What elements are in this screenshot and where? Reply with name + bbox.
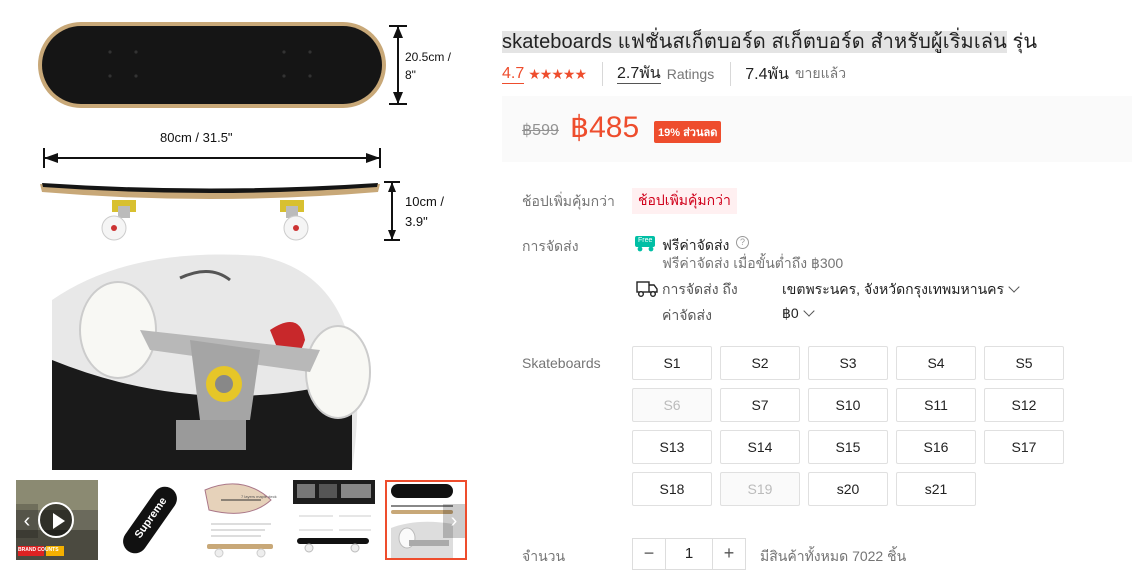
variation-option[interactable]: s20 (808, 472, 888, 506)
truck-icon (636, 280, 658, 298)
height-label-inches: 3.9" (405, 214, 428, 229)
rating-row: 4.7 ★★★★★ 2.7พัน Ratings 7.4พัน ขายแล้ว (502, 62, 846, 86)
variation-option[interactable]: S11 (896, 388, 976, 422)
variation-option[interactable]: S2 (720, 346, 800, 380)
quantity-increase-button[interactable]: + (713, 539, 745, 569)
deals-badge[interactable]: ช้อปเพิ่มคุ้มกว่า (632, 188, 737, 214)
current-price: ฿485 (570, 111, 640, 144)
brand-counts-badge: BRAND COUNTS (18, 547, 59, 553)
product-title-highlight: skateboards แฟชั่นสเก็ตบอร์ด สเก็ตบอร์ด … (502, 31, 1007, 53)
quantity-label: จำนวน (522, 548, 566, 564)
variation-label: Skateboards (522, 355, 601, 371)
variation-option[interactable]: S12 (984, 388, 1064, 422)
chevron-right-icon[interactable]: › (443, 504, 465, 538)
deals-label: ช้อปเพิ่มคุ้มกว่า (522, 193, 615, 209)
height-label: 10cm / (405, 194, 445, 209)
product-title: skateboards แฟชั่นสเก็ตบอร์ด สเก็ตบอร์ด … (502, 25, 1037, 57)
ship-to-value: เขตพระนคร, จังหวัดกรุงเทพมหานคร (782, 281, 1005, 297)
variation-option[interactable]: s21 (896, 472, 976, 506)
sold-count: 7.4พัน (745, 65, 789, 83)
star-rating-icon: ★★★★★ (528, 65, 587, 82)
variation-option[interactable]: S3 (808, 346, 888, 380)
ship-to-selector[interactable]: เขตพระนคร, จังหวัดกรุงเทพมหานคร (782, 279, 1020, 301)
shipping-fee-selector[interactable]: ฿0 (782, 305, 815, 322)
rating-value[interactable]: 4.7 (502, 65, 525, 84)
width-label-inches: 8" (405, 68, 416, 82)
variation-option[interactable]: S16 (896, 430, 976, 464)
stock-available: มีสินค้าทั้งหมด 7022 ชิ้น (760, 548, 907, 564)
variation-option[interactable]: S7 (720, 388, 800, 422)
quantity-stepper: − 1 + (632, 538, 746, 570)
width-label: 20.5cm / (405, 50, 452, 64)
ratings-label: Ratings (666, 66, 715, 82)
thumbnail-5-selected[interactable]: › (385, 480, 467, 560)
help-icon[interactable]: ? (736, 236, 749, 249)
quantity-input[interactable]: 1 (665, 539, 713, 569)
ship-to-label: การจัดส่ง ถึง (662, 281, 738, 297)
shipping-fee-value: ฿0 (782, 305, 799, 321)
play-icon[interactable] (38, 502, 74, 538)
variation-option[interactable]: S1 (632, 346, 712, 380)
chevron-down-icon (803, 305, 815, 317)
chevron-left-icon[interactable]: ‹ (16, 504, 38, 538)
variation-option[interactable]: S15 (808, 430, 888, 464)
variation-option[interactable]: S4 (896, 346, 976, 380)
divider (730, 62, 732, 86)
variation-option[interactable]: S18 (632, 472, 712, 506)
chevron-down-icon (1008, 281, 1020, 293)
length-label: 80cm / 31.5" (160, 130, 233, 145)
free-shipping-icon: Free (635, 236, 659, 252)
thumbnail-3[interactable]: 7 layers maple deck (201, 480, 283, 560)
components-image (293, 480, 375, 553)
free-icon-text: Free (638, 237, 653, 244)
thumbnail-strip: BRAND COUNTS ‹ Supreme 7 layers maple de… (16, 480, 468, 560)
variation-option[interactable]: S13 (632, 430, 712, 464)
variation-option[interactable]: S14 (720, 430, 800, 464)
product-info: skateboards แฟชั่นสเก็ตบอร์ด สเก็ตบอร์ด … (502, 0, 1132, 582)
shipping-fee-label: ค่าจัดส่ง (662, 307, 712, 323)
free-shipping-condition: ฟรีค่าจัดส่ง เมื่อขั้นต่ำถึง ฿300 (662, 255, 844, 271)
quantity-decrease-button[interactable]: − (633, 539, 665, 569)
price-box: ฿599 ฿485 19% ส่วนลด (502, 96, 1132, 162)
maple-deck-caption: 7 layers maple deck (241, 494, 277, 499)
variation-option[interactable]: S5 (984, 346, 1064, 380)
skateboard-diagram (38, 22, 407, 470)
original-price: ฿599 (522, 122, 559, 139)
product-title-rest: รุ่น (1006, 31, 1038, 53)
ratings-count[interactable]: 2.7พัน (617, 65, 661, 84)
variation-option: S6 (632, 388, 712, 422)
thumbnail-4[interactable] (293, 480, 375, 560)
main-product-image[interactable]: 20.5cm / 8" 80cm / 31.5" 10cm / 3.9" (0, 0, 470, 470)
variation-option[interactable]: S17 (984, 430, 1064, 464)
divider (602, 62, 604, 86)
maple-deck-image (204, 483, 273, 558)
variation-option[interactable]: S10 (808, 388, 888, 422)
discount-badge: 19% ส่วนลด (654, 121, 722, 143)
product-gallery: 20.5cm / 8" 80cm / 31.5" 10cm / 3.9" BRA… (0, 0, 470, 582)
sold-label: ขายแล้ว (794, 65, 847, 81)
shipping-label: การจัดส่ง (522, 238, 579, 254)
variation-option: S19 (720, 472, 800, 506)
thumbnail-2[interactable]: Supreme (109, 480, 191, 560)
